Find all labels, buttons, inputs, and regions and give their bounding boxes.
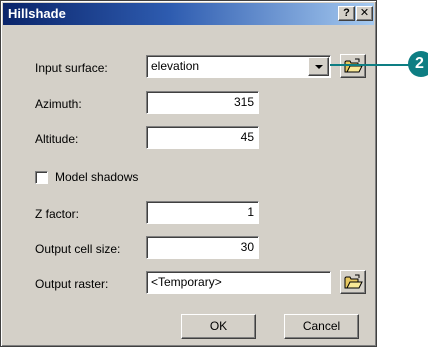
model-shadows-label[interactable]: Model shadows: [55, 170, 138, 184]
input-surface-dropdown-button[interactable]: [308, 57, 329, 76]
open-folder-icon: [344, 274, 363, 289]
altitude-label: Altitude:: [35, 132, 79, 146]
altitude-field[interactable]: 45: [146, 126, 259, 149]
input-surface-dropdown[interactable]: elevation: [146, 55, 331, 78]
output-raster-browse-button[interactable]: [340, 270, 366, 294]
output-cell-size-field[interactable]: 30: [146, 236, 259, 259]
output-raster-field[interactable]: <Temporary>: [146, 271, 331, 294]
azimuth-label: Azimuth:: [35, 97, 82, 111]
callout-number-badge: 2: [408, 51, 428, 77]
chevron-down-icon: [315, 65, 323, 69]
output-raster-label: Output raster:: [35, 277, 109, 291]
open-folder-icon: [344, 58, 363, 73]
input-surface-label: Input surface:: [35, 61, 108, 75]
z-factor-label: Z factor:: [35, 207, 80, 221]
z-factor-field[interactable]: 1: [146, 201, 259, 224]
title-bar[interactable]: Hillshade ? ✕: [3, 3, 374, 25]
input-surface-browse-button[interactable]: [340, 54, 366, 78]
close-button[interactable]: ✕: [356, 6, 373, 21]
window-title: Hillshade: [8, 6, 66, 21]
hillshade-dialog: Hillshade ? ✕ Input surface: elevation A…: [0, 0, 377, 347]
azimuth-field[interactable]: 315: [146, 91, 259, 114]
ok-button[interactable]: OK: [181, 314, 256, 339]
help-button[interactable]: ?: [338, 6, 355, 21]
callout-line: [330, 64, 417, 66]
model-shadows-checkbox[interactable]: [35, 171, 48, 184]
output-cell-size-label: Output cell size:: [35, 242, 121, 256]
input-surface-value: elevation: [151, 59, 200, 73]
cancel-button[interactable]: Cancel: [284, 314, 359, 339]
